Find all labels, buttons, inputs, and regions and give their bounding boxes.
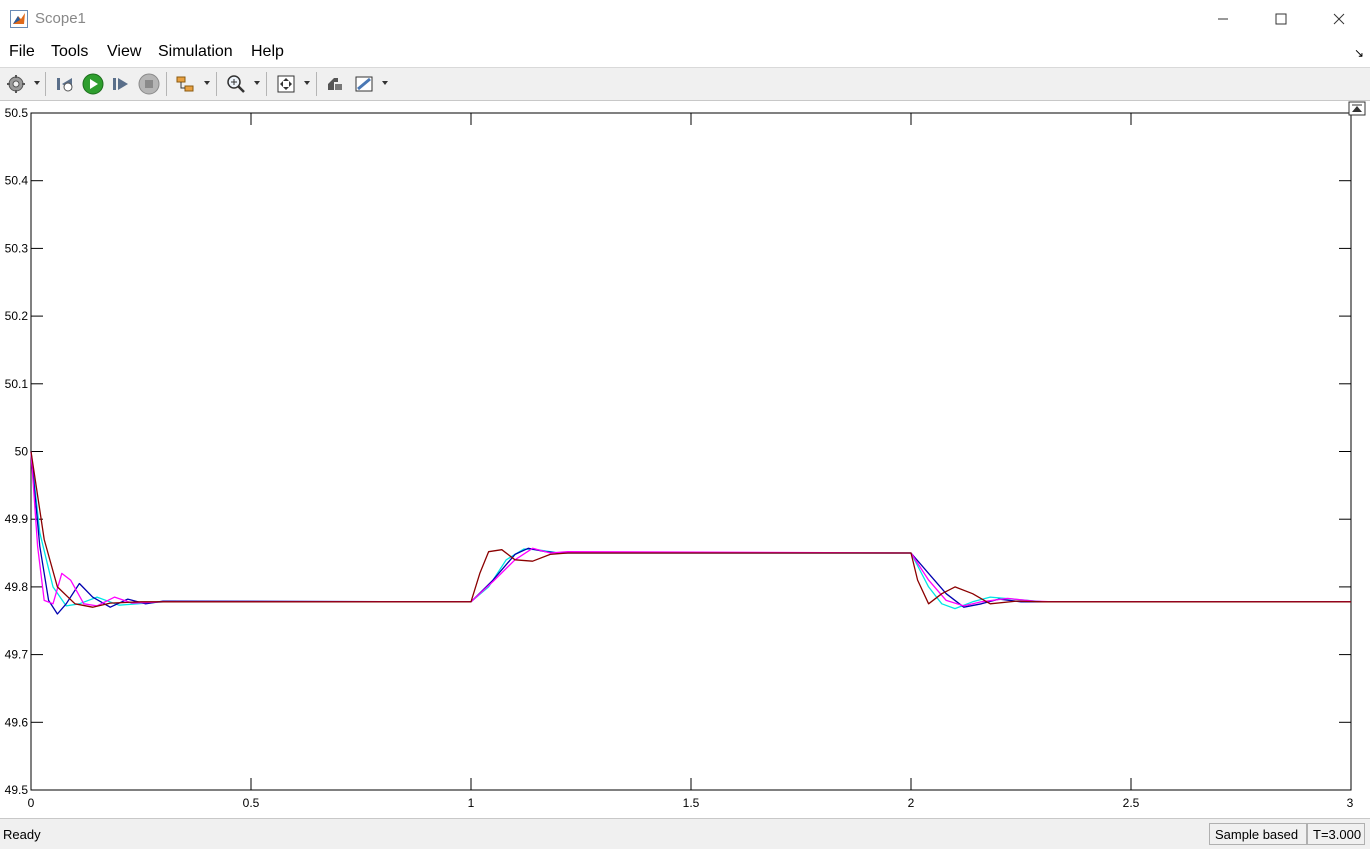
y-tick-label: 50.5: [5, 106, 29, 120]
x-tick-label: 1.5: [683, 796, 700, 810]
run-icon: [82, 73, 104, 95]
toolbar-separator: [216, 72, 217, 96]
simulation-time: T=3.000: [1307, 823, 1365, 845]
maximize-button[interactable]: [1252, 0, 1310, 38]
x-tick-label: 1: [468, 796, 475, 810]
window-titlebar: Scope1: [0, 0, 1370, 38]
undock-arrow-icon[interactable]: ↘: [1354, 46, 1364, 60]
close-button[interactable]: [1310, 0, 1368, 38]
toolbar-separator: [45, 72, 46, 96]
minimize-icon: [1218, 18, 1228, 20]
stop-button[interactable]: [137, 72, 161, 96]
x-tick-label: 0.5: [243, 796, 260, 810]
x-tick-label: 2: [908, 796, 915, 810]
stop-icon: [138, 73, 160, 95]
y-tick-label: 50.3: [5, 241, 29, 255]
y-tick-label: 50.2: [5, 309, 29, 323]
settings-dropdown-arrow-icon[interactable]: [34, 81, 40, 85]
menu-file[interactable]: File: [9, 43, 35, 61]
signal-selector-icon: [176, 76, 194, 92]
run-button[interactable]: [81, 72, 105, 96]
gear-icon: [7, 75, 25, 93]
menu-help[interactable]: Help: [251, 43, 284, 61]
x-tick-label: 3: [1347, 796, 1354, 810]
toolbar-separator: [266, 72, 267, 96]
zoom-in-icon: [227, 75, 245, 93]
restore-axes-button[interactable]: [1348, 101, 1366, 116]
signal-dropdown-arrow-icon[interactable]: [204, 81, 210, 85]
step-forward-icon: [113, 78, 128, 90]
y-tick-label: 49.9: [5, 512, 29, 526]
y-tick-label: 49.6: [5, 715, 29, 729]
settings-button[interactable]: [4, 72, 28, 96]
step-back-button[interactable]: [53, 72, 77, 96]
matlab-logo-icon: [10, 10, 28, 28]
highlight-block-button[interactable]: [323, 72, 347, 96]
y-tick-label: 49.8: [5, 580, 29, 594]
autoscale-icon: [277, 75, 295, 93]
y-tick-label: 50: [15, 445, 29, 459]
y-tick-label: 49.5: [5, 783, 29, 797]
highlight-block-icon: [328, 78, 342, 90]
menu-simulation[interactable]: Simulation: [158, 43, 233, 61]
status-text: Ready: [3, 827, 41, 842]
autoscale-button[interactable]: [274, 72, 298, 96]
step-back-icon: [57, 78, 73, 92]
y-tick-label: 50.1: [5, 377, 29, 391]
y-tick-label: 50.4: [5, 174, 29, 188]
scope-chart[interactable]: 49.5 49.6 49.7 49.8 49.9 50 50.1 50.2 50.3 50.4 50…: [0, 101, 1370, 818]
zoom-button[interactable]: [224, 72, 248, 96]
menu-bar: File Tools View Simulation Help ↘: [0, 38, 1370, 68]
scope-display[interactable]: 49.5 49.6 49.7 49.8 49.9 50 50.1 50.2 50.3 50.4 50…: [0, 101, 1370, 818]
measurements-dropdown-arrow-icon[interactable]: [382, 81, 388, 85]
zoom-dropdown-arrow-icon[interactable]: [254, 81, 260, 85]
close-icon: [1333, 13, 1345, 25]
autoscale-dropdown-arrow-icon[interactable]: [304, 81, 310, 85]
measurements-button[interactable]: [352, 72, 376, 96]
menu-view[interactable]: View: [107, 43, 141, 61]
measurements-icon: [355, 76, 373, 92]
y-tick-label: 49.7: [5, 648, 29, 662]
x-tick-label: 2.5: [1123, 796, 1140, 810]
toolbar-separator: [166, 72, 167, 96]
toolbar-separator: [316, 72, 317, 96]
status-bar: Ready Sample based T=3.000: [0, 818, 1370, 849]
axes-background: [30, 112, 1352, 791]
maximize-icon: [1275, 13, 1287, 25]
menu-tools[interactable]: Tools: [51, 43, 88, 61]
x-tick-label: 0: [28, 796, 35, 810]
sample-mode-indicator: Sample based: [1209, 823, 1307, 845]
window-title: Scope1: [35, 10, 86, 27]
step-forward-button[interactable]: [109, 72, 133, 96]
signal-selector-button[interactable]: [173, 72, 197, 96]
toolbar: [0, 68, 1370, 101]
minimize-button[interactable]: [1194, 0, 1252, 38]
